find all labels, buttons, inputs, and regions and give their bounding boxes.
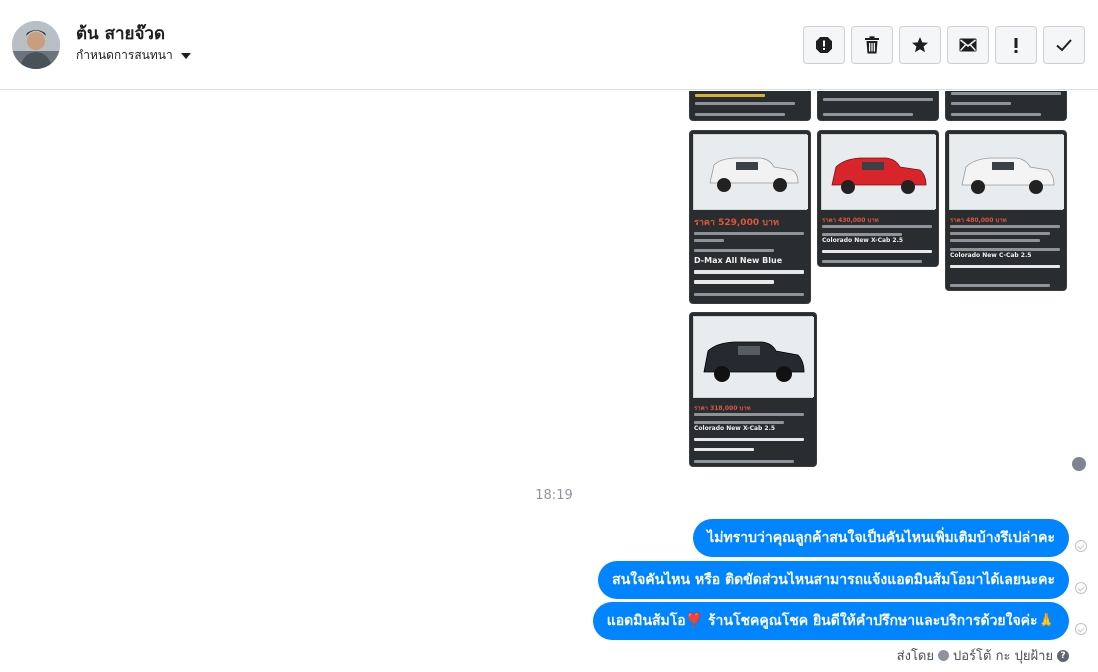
product-card-partial[interactable] — [945, 91, 1067, 121]
car-photo — [949, 134, 1064, 210]
product-card[interactable]: ราคา 430,000 บาท Colorado New X-Cab 2.5 — [817, 130, 939, 267]
product-card[interactable]: ราคา 318,000 บาท Colorado New X-Cab 2.5 — [689, 312, 817, 467]
sent-by-name: ปอร์โต้ กะ ปุยฝ้าย — [953, 649, 1053, 664]
card-price: ราคา 318,000 บาท — [694, 405, 751, 412]
outgoing-message[interactable]: แอดมินส้มโอ❣️ ร้านโชคคูณโชค ยินดีให้คำปร… — [592, 602, 1069, 640]
card-price: ราคา 430,000 บาท — [822, 217, 879, 224]
car-photo — [693, 134, 808, 210]
help-icon[interactable]: ? — [1057, 649, 1069, 662]
contact-avatar[interactable] — [12, 21, 60, 69]
delete-button[interactable] — [851, 26, 893, 64]
car-photo — [693, 316, 814, 398]
assign-conversation-dropdown[interactable]: กำหนดการสนทนา — [76, 46, 191, 65]
card-model: Colorado New X-Cab 2.5 — [822, 237, 904, 244]
seen-check-icon — [1075, 540, 1087, 552]
product-card[interactable]: ราคา 529,000 บาท D-Max All New Blue — [689, 130, 811, 304]
contact-name[interactable]: ต้น สายจ๊วด — [76, 20, 165, 47]
card-model: Colorado New C-Cab 2.5 — [950, 252, 1032, 259]
report-button[interactable] — [803, 26, 845, 64]
mark-unread-button[interactable] — [947, 26, 989, 64]
assign-label: กำหนดการสนทนา — [76, 48, 173, 62]
report-icon — [816, 37, 832, 53]
sent-by-line: ส่งโดย ปอร์โต้ กะ ปุยฝ้าย ? — [897, 645, 1069, 666]
seen-check-icon — [1075, 582, 1087, 594]
check-icon — [1056, 39, 1072, 52]
trash-icon — [865, 36, 879, 54]
follow-up-button[interactable] — [995, 26, 1037, 64]
seen-check-icon — [1075, 623, 1087, 635]
outgoing-message[interactable]: สนใจคันไหน หรือ ติดขัดส่วนไหนสามารถแจ้งแ… — [598, 561, 1069, 599]
mark-done-button[interactable] — [1043, 26, 1085, 64]
card-price: ราคา 480,000 บาท — [950, 217, 1007, 224]
product-card[interactable]: ราคา 480,000 บาท Colorado New C-Cab 2.5 — [945, 130, 1067, 291]
conversation-header: ต้น สายจ๊วด กำหนดการสนทนา — [0, 0, 1098, 90]
outgoing-message[interactable]: ไม่ทราบว่าคุณลูกค้าสนใจเป็นคันไหนเพิ่มเต… — [693, 519, 1069, 557]
sent-by-prefix: ส่งโดย — [896, 649, 934, 664]
card-model: Colorado New X-Cab 2.5 — [694, 425, 776, 432]
card-model: D-Max All New Blue — [694, 256, 783, 265]
exclamation-icon — [1014, 38, 1018, 53]
chevron-down-icon — [180, 52, 191, 59]
check-circle-icon — [938, 650, 949, 661]
star-button[interactable] — [899, 26, 941, 64]
star-icon — [912, 37, 928, 53]
product-card-partial[interactable] — [817, 91, 939, 121]
envelope-icon — [959, 38, 977, 52]
conversation-toolbar — [803, 26, 1085, 64]
time-separator: 18:19 — [535, 488, 573, 503]
card-price: ราคา 529,000 บาท — [694, 218, 779, 228]
product-card-partial[interactable] — [689, 91, 811, 121]
read-receipt-avatar — [1072, 457, 1086, 471]
message-thread[interactable]: ราคา 529,000 บาท D-Max All New Blue ราคา… — [0, 91, 1098, 672]
car-photo — [821, 134, 936, 210]
